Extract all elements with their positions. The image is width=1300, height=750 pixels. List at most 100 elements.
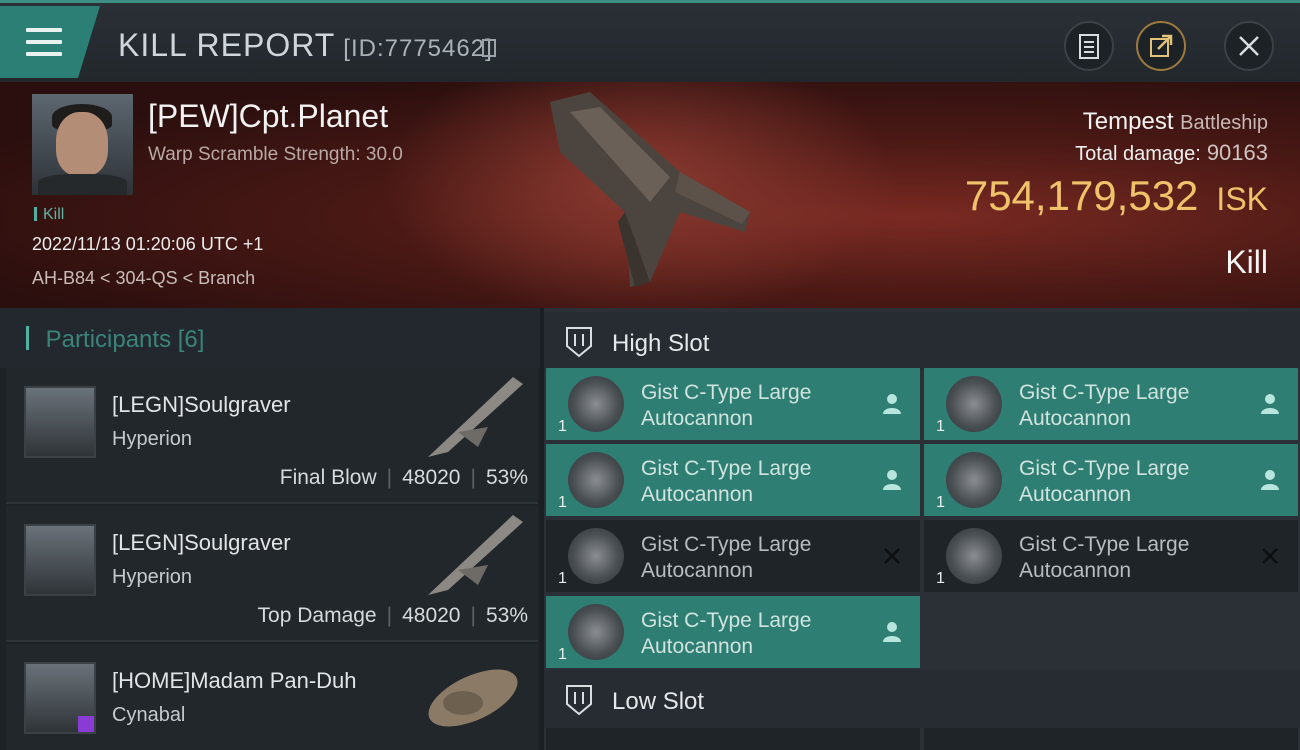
participant-ship-image — [428, 515, 523, 595]
kill-datetime: 2022/11/13 01:20:06 UTC +1 — [32, 234, 264, 254]
total-damage: Total damage: 90163 — [1075, 140, 1268, 166]
hamburger-icon — [26, 28, 62, 56]
module-name-line1: Gist C-Type Large — [1019, 533, 1190, 556]
victim-ship-class: Battleship — [1180, 112, 1268, 134]
module-name: Gist C-Type Large Autocannon — [641, 456, 861, 508]
participant-row[interactable]: [LEGN]Soulgraver Hyperion Top Damage | 480… — [6, 506, 538, 642]
module-name-line2: Autocannon — [1019, 483, 1132, 506]
module-quantity: 1 — [936, 494, 945, 511]
total-damage-value: 90163 — [1206, 140, 1268, 165]
dropped-icon — [1261, 394, 1279, 414]
page-title: KILL REPORT [ID:7775462] — [118, 27, 493, 64]
participants-count: [6] — [177, 326, 205, 353]
module-name-line2: Autocannon — [641, 407, 754, 430]
participant-role: Top Damage — [257, 604, 377, 627]
participant-ship: Cynabal — [112, 704, 186, 726]
participant-percent: 53% — [485, 466, 528, 489]
autocannon-icon — [568, 452, 624, 508]
module-name-line2: Autocannon — [641, 559, 754, 582]
participants-panel: Participants [6] [LEGN]Soulgraver Hyperi… — [0, 308, 540, 750]
module-name-line1: Gist C-Type Large — [641, 457, 812, 480]
share-button[interactable] — [1136, 21, 1186, 71]
dropped-icon — [883, 394, 901, 414]
module-slot[interactable]: 1 Gist C-Type Large Autocannon — [924, 520, 1298, 592]
victim-pilot-name[interactable]: [PEW]Cpt.Planet — [148, 98, 388, 135]
low-slot-module-partial[interactable] — [546, 728, 920, 750]
module-name: Gist C-Type Large Autocannon — [1019, 456, 1239, 508]
low-slot-header: Low Slot — [544, 670, 1300, 728]
victim-banner: [PEW]Cpt.Planet Warp Scramble Strength: … — [0, 82, 1300, 308]
close-icon — [1239, 36, 1259, 56]
participant-name: [LEGN]Soulgraver — [112, 530, 291, 555]
fitting-panel: High Slot 1 Gist C-Type Large Autocannon … — [544, 308, 1300, 750]
participant-name: [LEGN]Soulgraver — [112, 392, 291, 417]
high-slot-label: High Slot — [612, 330, 710, 357]
copy-icon[interactable] — [482, 39, 496, 57]
module-slot[interactable]: 1 Gist C-Type Large Autocannon — [546, 520, 920, 592]
participant-portrait — [24, 524, 96, 596]
module-slot[interactable]: 1 Gist C-Type Large Autocannon — [546, 596, 920, 668]
participant-role: Final Blow — [279, 466, 377, 489]
module-name-line1: Gist C-Type Large — [1019, 457, 1190, 480]
low-slot-icon — [566, 685, 592, 716]
victim-ship-image — [550, 92, 750, 287]
participants-header: Participants [6] — [0, 308, 540, 368]
dropped-icon — [1261, 470, 1279, 490]
low-slot-label: Low Slot — [612, 688, 705, 715]
victim-ship-name: Tempest — [1082, 108, 1174, 135]
kill-tag: Kill — [34, 206, 64, 224]
participant-row[interactable]: [LEGN]Soulgraver Hyperion Final Blow | 480… — [6, 368, 538, 504]
module-quantity: 1 — [558, 418, 567, 435]
destroyed-icon — [1262, 548, 1278, 564]
module-quantity: 1 — [558, 570, 567, 587]
close-button[interactable] — [1224, 21, 1274, 71]
victim-ship-type[interactable]: Tempest Battleship — [1083, 108, 1268, 136]
participant-ship-image — [428, 377, 523, 457]
victim-portrait[interactable] — [32, 94, 133, 195]
module-name: Gist C-Type Large Autocannon — [1019, 380, 1239, 432]
module-slot[interactable]: 1 Gist C-Type Large Autocannon — [546, 444, 920, 516]
portrait-shoulders — [38, 174, 127, 195]
participant-ship: Hyperion — [112, 566, 193, 588]
participants-title: Participants [6] — [26, 326, 205, 354]
participant-portrait — [24, 386, 96, 458]
low-slot-module-partial[interactable] — [924, 728, 1298, 750]
clipboard-icon — [1079, 34, 1099, 59]
autocannon-icon — [946, 528, 1002, 584]
module-quantity: 1 — [936, 418, 945, 435]
participant-damage: 48020 — [402, 604, 461, 627]
autocannon-icon — [568, 528, 624, 584]
participant-row[interactable]: [HOME]Madam Pan-Duh Cynabal — [6, 644, 538, 750]
high-slot-icon — [566, 327, 592, 358]
warp-scramble-strength: Warp Scramble Strength: 30.0 — [148, 144, 403, 165]
participant-damage: 48020 — [402, 466, 461, 489]
isk-unit: ISK — [1216, 181, 1268, 217]
module-name: Gist C-Type Large Autocannon — [1019, 532, 1239, 584]
participant-portrait — [24, 662, 96, 734]
autocannon-icon — [946, 452, 1002, 508]
module-name-line1: Gist C-Type Large — [641, 533, 812, 556]
module-name-line2: Autocannon — [641, 635, 754, 658]
module-name-line2: Autocannon — [641, 483, 754, 506]
autocannon-icon — [568, 376, 624, 432]
isk-amount: 754,179,532 — [964, 172, 1199, 219]
separator: | — [386, 604, 393, 627]
page-title-text: KILL REPORT — [118, 27, 336, 63]
module-slot[interactable]: 1 Gist C-Type Large Autocannon — [546, 368, 920, 440]
module-name-line2: Autocannon — [1019, 407, 1132, 430]
participant-ship: Hyperion — [112, 428, 193, 450]
participant-percent: 53% — [485, 604, 528, 627]
participant-name: [HOME]Madam Pan-Duh — [112, 668, 357, 693]
kill-location[interactable]: AH-B84 < 304-QS < Branch — [32, 268, 255, 289]
module-quantity: 1 — [558, 494, 567, 511]
module-name: Gist C-Type Large Autocannon — [641, 532, 861, 584]
clipboard-button[interactable] — [1064, 21, 1114, 71]
share-icon — [1150, 34, 1173, 57]
module-slot[interactable]: 1 Gist C-Type Large Autocannon — [924, 444, 1298, 516]
participant-stats: Final Blow | 48020 | 53% — [280, 466, 528, 490]
module-slot[interactable]: 1 Gist C-Type Large Autocannon — [924, 368, 1298, 440]
separator: | — [470, 466, 476, 489]
menu-button[interactable] — [0, 6, 100, 78]
module-name-line1: Gist C-Type Large — [641, 381, 812, 404]
portrait-face — [56, 112, 108, 176]
